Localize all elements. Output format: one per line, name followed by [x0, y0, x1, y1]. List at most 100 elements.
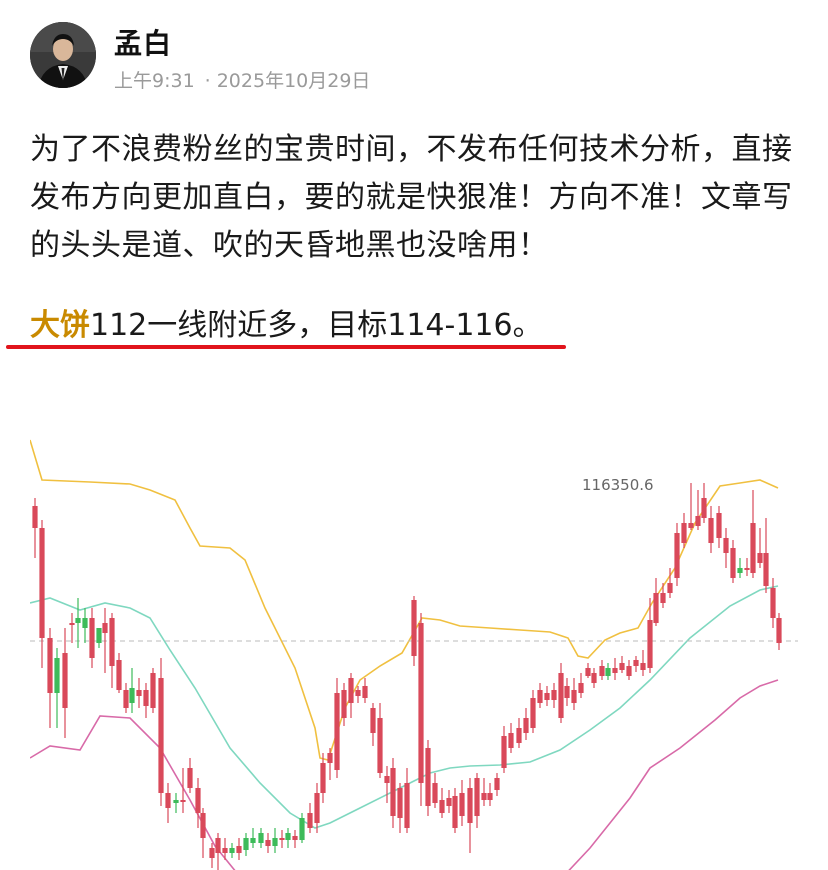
candle-body [459, 793, 465, 816]
candlestick-chart[interactable]: 116350.6 [30, 428, 798, 870]
candle-body [508, 733, 514, 748]
candle-body [265, 840, 271, 846]
candle-down [279, 830, 285, 848]
avatar-portrait [30, 22, 96, 88]
candle-down [551, 683, 557, 708]
candle-up [129, 668, 135, 713]
candle-up [285, 828, 291, 848]
candle-body [327, 753, 333, 763]
candle-down [136, 678, 142, 708]
candle-down [452, 788, 458, 833]
candle-down [591, 668, 597, 688]
candle-down [143, 683, 149, 718]
candle-body [723, 538, 729, 553]
candle-body [432, 783, 438, 803]
candle-body [530, 698, 536, 728]
candle-body [537, 690, 543, 703]
candle-body [467, 788, 473, 823]
candle-body [612, 668, 618, 673]
candle-body [591, 673, 597, 683]
candle-down [362, 678, 368, 703]
candle-body [605, 668, 611, 676]
candle-body [730, 548, 736, 578]
candle-down [425, 740, 431, 816]
candle-body [695, 516, 701, 526]
asset-tag[interactable]: 大饼 [30, 308, 90, 343]
candle-down [195, 778, 201, 828]
candle-down [187, 758, 193, 793]
candle-up [258, 828, 264, 848]
candle-body [129, 688, 135, 703]
candle-down [390, 758, 396, 828]
candle-down [327, 748, 333, 780]
candle-down [348, 673, 354, 718]
candle-body [439, 800, 445, 813]
candle-body [551, 690, 557, 700]
candle-body [757, 553, 763, 563]
candle-body [123, 690, 129, 708]
candle-down [467, 778, 473, 853]
candle-body [640, 663, 646, 670]
candle-body [452, 796, 458, 828]
candle-body [32, 506, 38, 528]
candle-body [39, 528, 45, 638]
candle-down [723, 528, 729, 568]
candle-body [222, 848, 228, 853]
candle-body [564, 686, 570, 698]
post-date: 2025年10月29日 [216, 70, 371, 92]
candle-down [474, 773, 480, 828]
candle-down [209, 843, 215, 868]
candle-body [750, 523, 756, 573]
candle-down [446, 790, 452, 813]
candle-down [508, 723, 514, 753]
author-name[interactable]: 孟白 [114, 22, 172, 62]
candle-down [763, 518, 769, 593]
candle-down [150, 668, 156, 713]
candle-down [307, 803, 313, 833]
candle-down [626, 660, 632, 680]
candle-body [109, 618, 115, 666]
candle-down [612, 658, 618, 680]
candle-body [341, 690, 347, 718]
candle-body [89, 618, 95, 658]
candle-body [523, 718, 529, 733]
candle-down [688, 483, 694, 530]
candle-down [320, 753, 326, 803]
candle-body [236, 846, 242, 853]
candle-down [377, 703, 383, 778]
candle-down [516, 718, 522, 748]
candle-body [292, 836, 298, 840]
candle-down [776, 613, 782, 650]
candle-down [432, 773, 438, 808]
candle-body [102, 623, 108, 633]
candle-body [285, 833, 291, 840]
candle-down [674, 523, 680, 586]
candle-body [776, 618, 782, 643]
candle-body [150, 673, 156, 708]
candle-body [599, 666, 605, 676]
candles [32, 483, 782, 870]
bollinger-bands [30, 439, 779, 870]
candle-down [265, 833, 271, 853]
candle-body [200, 813, 206, 838]
candle-body [96, 628, 102, 643]
post-page: 孟白 上午9:31 · 2025年10月29日 为了不浪费粉丝的宝贵时间，不发布任何… [0, 0, 828, 870]
upper-band-line [30, 439, 779, 761]
candle-body [633, 660, 639, 666]
candle-down [708, 506, 714, 553]
avatar[interactable] [30, 22, 96, 88]
candle-body [585, 668, 591, 676]
candle-down [681, 513, 687, 548]
candle-body [195, 788, 201, 813]
candle-down [165, 783, 171, 823]
candle-up [299, 813, 305, 843]
candle-body [82, 618, 88, 628]
candle-up [605, 663, 611, 680]
candle-body [355, 690, 361, 696]
candle-body [54, 658, 60, 693]
candle-body [299, 818, 305, 840]
candle-body [626, 666, 632, 676]
candle-down [397, 783, 403, 833]
candle-down [439, 788, 445, 818]
candle-body [674, 533, 680, 578]
